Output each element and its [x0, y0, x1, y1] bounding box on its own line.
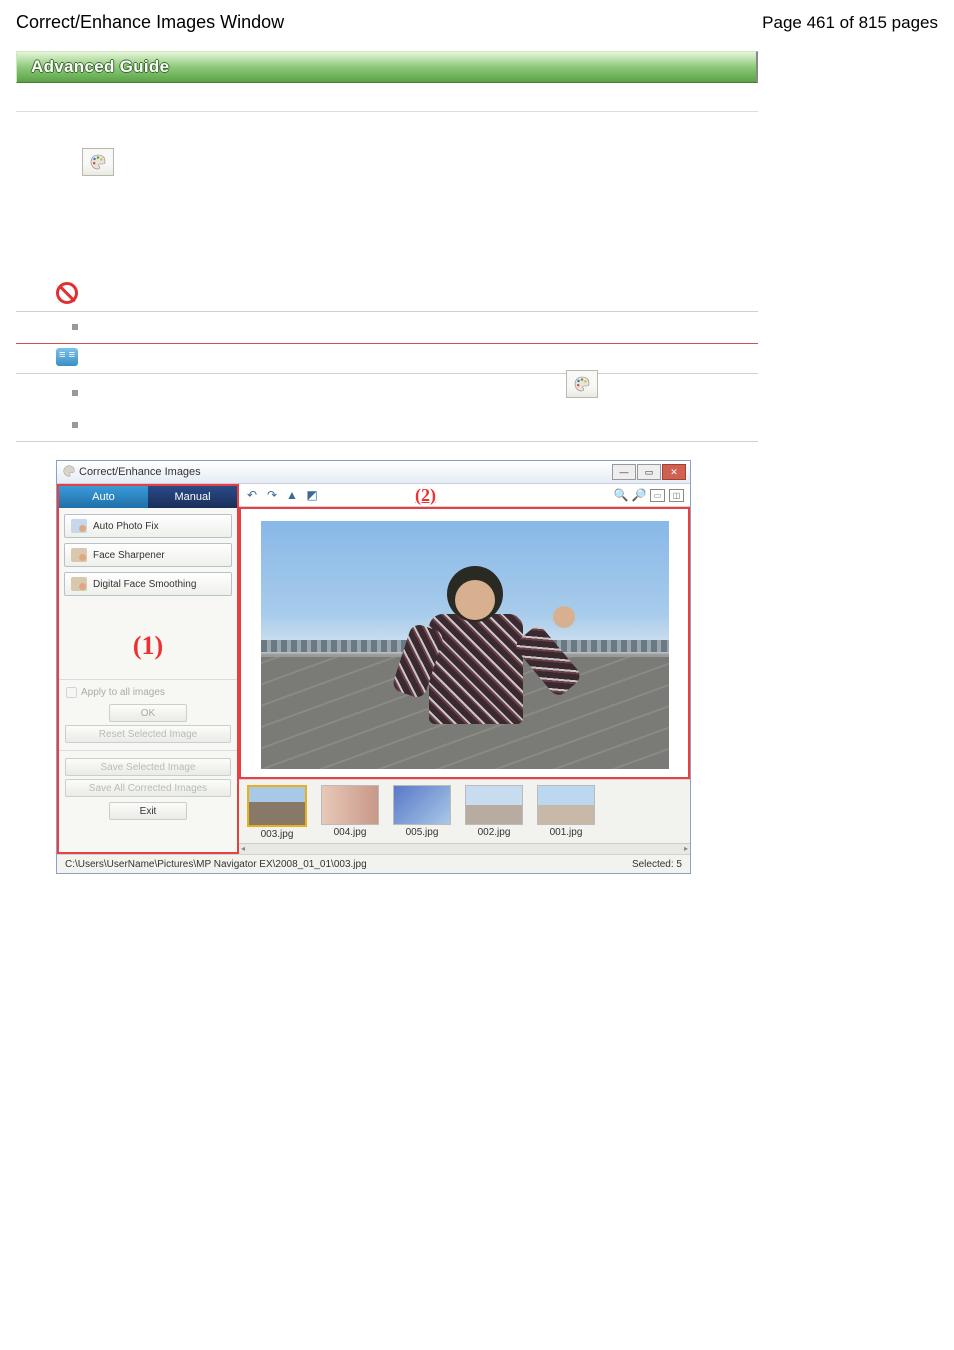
left-panel: Auto Manual Auto Photo Fix Face Sharpene…	[57, 484, 239, 854]
palette-button-sample	[82, 148, 114, 176]
no-entry-icon	[56, 282, 78, 304]
window-controls: — ▭ ✕	[612, 464, 686, 480]
palette-icon	[574, 376, 590, 392]
face-sharpener-button[interactable]: Face Sharpener	[64, 543, 232, 567]
compare-icon[interactable]: ◫	[669, 489, 684, 502]
thumbnail-label: 005.jpg	[406, 827, 439, 838]
thumbnail-label: 003.jpg	[261, 829, 294, 840]
region-2-label: (2)	[415, 485, 436, 505]
digital-face-smoothing-button[interactable]: Digital Face Smoothing	[64, 572, 232, 596]
close-button[interactable]: ✕	[662, 464, 686, 480]
compare-pages-icon	[56, 348, 78, 366]
bullet	[72, 390, 78, 396]
tab-auto[interactable]: Auto	[59, 486, 148, 508]
status-path: C:\Users\UserName\Pictures\MP Navigator …	[65, 859, 367, 870]
right-panel: ↶ ↷ ▲ ◩ (2) 🔍 🔎 ▭ ◫	[239, 484, 690, 854]
thumbnail[interactable]: 003.jpg	[247, 785, 307, 840]
apply-all-checkbox[interactable]: Apply to all images	[65, 684, 231, 701]
bullet	[72, 324, 78, 330]
window-title-text: Correct/Enhance Images	[79, 466, 201, 478]
auto-photo-fix-label: Auto Photo Fix	[93, 521, 159, 532]
window-icon	[63, 465, 75, 480]
exit-button[interactable]: Exit	[109, 802, 187, 820]
face-sharpener-icon	[71, 548, 87, 562]
auto-photo-fix-button[interactable]: Auto Photo Fix	[64, 514, 232, 538]
ok-button[interactable]: OK	[109, 704, 187, 722]
apply-all-input[interactable]	[66, 687, 77, 698]
divider	[16, 111, 758, 112]
flip-icon[interactable]: ▲	[285, 488, 299, 502]
thumbnail[interactable]: 004.jpg	[321, 785, 379, 838]
save-all-button[interactable]: Save All Corrected Images	[65, 779, 231, 797]
crop-icon[interactable]: ◩	[305, 488, 319, 502]
tab-manual[interactable]: Manual	[148, 486, 237, 508]
zoom-in-icon[interactable]: 🔍	[614, 488, 628, 502]
palette-button-inline	[566, 370, 598, 398]
thumbnail-label: 002.jpg	[478, 827, 511, 838]
thumbnail-strip: 003.jpg 004.jpg 005.jpg 002.jpg 001.jpg	[239, 779, 690, 843]
fit-window-icon[interactable]: ▭	[650, 489, 665, 502]
digital-face-smoothing-icon	[71, 577, 87, 591]
auto-photo-fix-icon	[71, 519, 87, 533]
status-selected: Selected: 5	[632, 859, 682, 870]
page-title: Correct/Enhance Images Window	[16, 12, 284, 33]
rotate-right-icon[interactable]: ↷	[265, 488, 279, 502]
maximize-button[interactable]: ▭	[637, 464, 661, 480]
minimize-button[interactable]: —	[612, 464, 636, 480]
thumbnail-label: 001.jpg	[550, 827, 583, 838]
region-1-label: (1)	[59, 607, 237, 679]
apply-all-label: Apply to all images	[81, 687, 165, 698]
face-sharpener-label: Face Sharpener	[93, 550, 165, 561]
thumbnail[interactable]: 001.jpg	[537, 785, 595, 838]
thumbnail-scrollbar[interactable]: ◂▸	[239, 843, 690, 854]
thumbnail[interactable]: 005.jpg	[393, 785, 451, 838]
window-titlebar: Correct/Enhance Images — ▭ ✕	[57, 461, 690, 484]
digital-face-smoothing-label: Digital Face Smoothing	[93, 579, 196, 590]
palette-icon	[90, 154, 106, 170]
thumbnail[interactable]: 002.jpg	[465, 785, 523, 838]
toolbar: ↶ ↷ ▲ ◩ (2) 🔍 🔎 ▭ ◫	[239, 484, 690, 507]
thumbnail-label: 004.jpg	[334, 827, 367, 838]
zoom-out-icon[interactable]: 🔎	[632, 488, 646, 502]
preview-area	[239, 507, 690, 779]
guide-banner: Advanced Guide	[16, 51, 758, 83]
page-number: Page 461 of 815 pages	[762, 13, 938, 33]
rotate-left-icon[interactable]: ↶	[245, 488, 259, 502]
correct-enhance-window: Correct/Enhance Images — ▭ ✕ Auto Manual…	[56, 460, 691, 874]
preview-image	[261, 521, 669, 769]
bullet	[72, 422, 78, 428]
save-selected-button[interactable]: Save Selected Image	[65, 758, 231, 776]
guide-banner-text: Advanced Guide	[31, 57, 169, 77]
reset-selected-button[interactable]: Reset Selected Image	[65, 725, 231, 743]
status-bar: C:\Users\UserName\Pictures\MP Navigator …	[57, 854, 690, 873]
